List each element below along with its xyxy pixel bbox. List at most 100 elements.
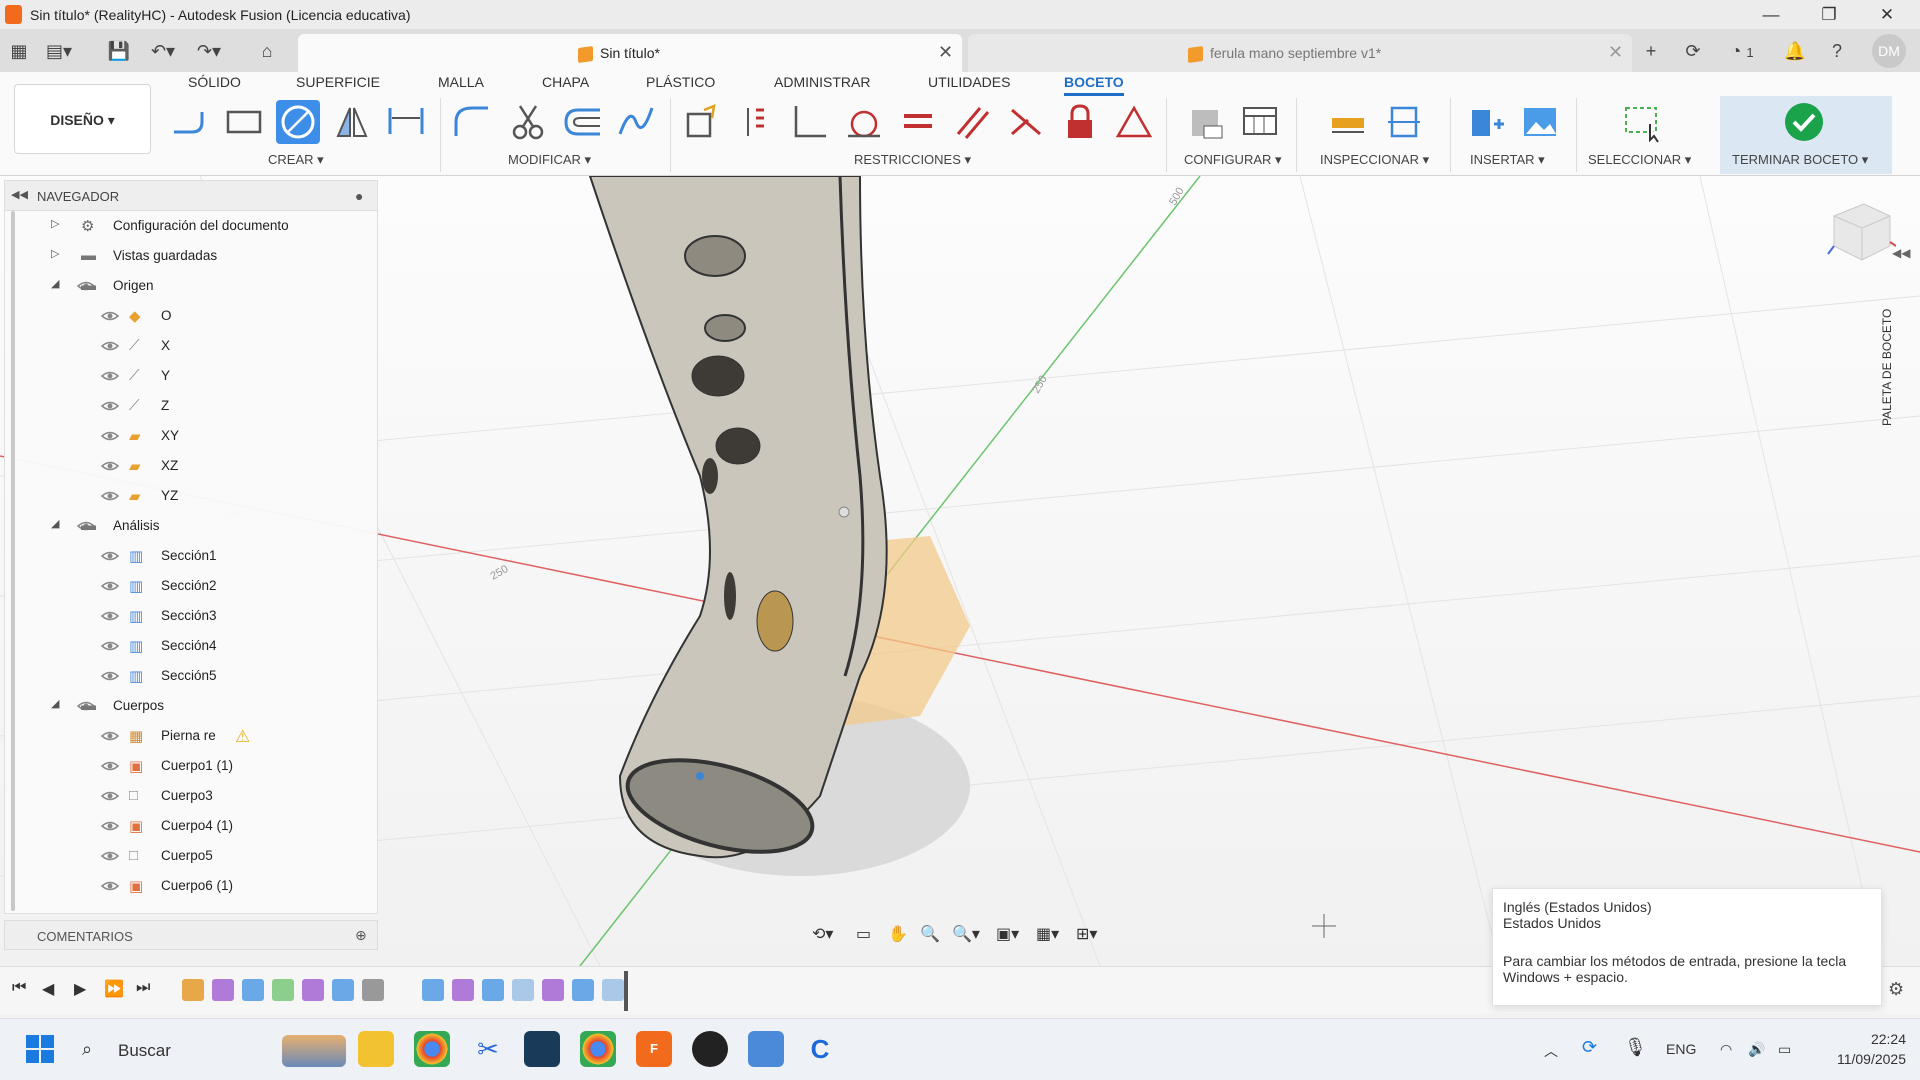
visibility-eye-icon[interactable] <box>100 757 120 775</box>
comments-panel[interactable]: COMENTARIOS ⊕ <box>4 920 378 950</box>
visibility-eye-icon[interactable] <box>100 487 120 505</box>
add-comment-icon[interactable]: ⊕ <box>355 927 367 944</box>
browser-item[interactable]: ▥ Sección3 <box>5 601 377 631</box>
collapse-palette-icon[interactable]: ◀◀ <box>1892 246 1910 260</box>
visibility-eye-icon[interactable] <box>100 457 120 475</box>
fix-constraint-icon[interactable] <box>1058 100 1102 144</box>
redo-icon[interactable]: ↷▾ <box>194 36 224 66</box>
offset-tool-icon[interactable] <box>560 100 604 144</box>
minimize-button[interactable]: — <box>1748 2 1794 28</box>
maximize-button[interactable]: ❐ <box>1806 2 1852 28</box>
timeline-feature-icon[interactable] <box>182 979 204 1001</box>
timeline-feature-icon[interactable] <box>542 979 564 1001</box>
visibility-eye-icon[interactable] <box>100 667 120 685</box>
viewports-icon[interactable]: ⊞▾ <box>1076 924 1097 944</box>
tab-superficie[interactable]: SUPERFICIE <box>296 74 380 90</box>
text-tool-icon[interactable] <box>734 100 778 144</box>
browser-item[interactable]: ▣ Cuerpo6 (1) <box>5 871 377 901</box>
rectangle-tool-icon[interactable] <box>222 100 266 144</box>
visibility-eye-icon[interactable] <box>100 847 120 865</box>
user-avatar[interactable]: DM <box>1872 34 1906 68</box>
visibility-eye-icon[interactable] <box>100 607 120 625</box>
timeline-feature-icon[interactable] <box>302 979 324 1001</box>
browser-item[interactable]: ⟋ Z <box>5 391 377 421</box>
pan-icon[interactable]: ✋ <box>888 924 908 944</box>
file-menu-icon[interactable]: ▤▾ <box>44 36 74 66</box>
browser-item[interactable]: ▥ Sección1 <box>5 541 377 571</box>
browser-item[interactable]: ◢ ▬ Análisis <box>5 511 377 541</box>
orbit-icon[interactable]: ⟲▾ <box>812 924 833 944</box>
language-indicator[interactable]: ENG <box>1666 1041 1696 1057</box>
expand-arrow-icon[interactable]: ◢ <box>51 277 59 290</box>
browser-item[interactable]: ▣ Cuerpo1 (1) <box>5 751 377 781</box>
browser-item[interactable]: ▣ Cuerpo4 (1) <box>5 811 377 841</box>
timeline-feature-icon[interactable] <box>272 979 294 1001</box>
perpendicular-constraint-icon[interactable] <box>788 100 832 144</box>
mirror-tool-icon[interactable] <box>330 100 374 144</box>
browser-item[interactable]: ▥ Sección5 <box>5 661 377 691</box>
view-cube[interactable] <box>1822 194 1897 268</box>
line-tool-icon[interactable] <box>168 100 212 144</box>
project-tool-icon[interactable] <box>680 100 724 144</box>
play-icon[interactable]: ▶ <box>74 979 86 999</box>
timeline-feature-icon[interactable] <box>362 979 384 1001</box>
measure-tool-icon[interactable] <box>1326 100 1370 144</box>
visibility-eye-icon[interactable] <box>100 427 120 445</box>
timeline-feature-icon[interactable] <box>602 979 624 1001</box>
equal-constraint-icon[interactable] <box>896 100 940 144</box>
tab-administrar[interactable]: ADMINISTRAR <box>774 74 870 90</box>
job-status-icon[interactable]: ◔ 1 <box>1720 36 1764 66</box>
zoom-icon[interactable]: 🔍 <box>920 924 940 944</box>
select-group-label[interactable]: SELECCIONAR ▾ <box>1588 152 1691 168</box>
chrome-profile-icon[interactable] <box>580 1031 616 1067</box>
timeline-feature-icon[interactable] <box>242 979 264 1001</box>
visibility-eye-icon[interactable] <box>100 337 120 355</box>
visibility-eye-icon[interactable] <box>100 397 120 415</box>
configure-table-icon[interactable] <box>1238 100 1282 144</box>
display-settings-icon[interactable]: ▣▾ <box>996 924 1019 944</box>
trim-tool-icon[interactable] <box>506 100 550 144</box>
look-at-icon[interactable]: ▭ <box>856 924 871 944</box>
go-to-end-icon[interactable]: ⏭ <box>136 979 150 997</box>
notifications-icon[interactable]: 🔔 <box>1780 36 1810 66</box>
expand-arrow-icon[interactable]: ▷ <box>51 247 59 260</box>
go-to-start-icon[interactable]: ⏮ <box>12 979 26 997</box>
home-icon[interactable]: ⌂ <box>252 36 282 66</box>
select-tool-icon[interactable] <box>1620 100 1664 144</box>
browser-item[interactable]: ▰ XY <box>5 421 377 451</box>
github-icon[interactable] <box>692 1031 728 1067</box>
browser-item[interactable]: ▦ Pierna re ⚠ <box>5 721 377 751</box>
tangent-constraint-icon[interactable] <box>842 100 886 144</box>
browser-item[interactable]: ◢ ▬ Cuerpos <box>5 691 377 721</box>
snipping-tool-icon[interactable]: ✂ <box>470 1031 506 1067</box>
browser-options-icon[interactable]: ● <box>355 188 363 204</box>
tab-boceto[interactable]: BOCETO <box>1064 74 1124 96</box>
browser-item[interactable]: ◆ O <box>5 301 377 331</box>
timeline-feature-icon[interactable] <box>332 979 354 1001</box>
browser-item[interactable]: □ Cuerpo3 <box>5 781 377 811</box>
tab-solido[interactable]: SÓLIDO <box>188 74 241 90</box>
browser-item[interactable]: ▰ YZ <box>5 481 377 511</box>
microphone-icon[interactable]: 🎙 <box>1624 1037 1647 1058</box>
close-button[interactable]: ✕ <box>1864 2 1910 28</box>
timeline-feature-icon[interactable] <box>452 979 474 1001</box>
tab-sin-titulo[interactable]: Sin título* ✕ <box>298 34 962 72</box>
browser-item[interactable]: □ Cuerpo5 <box>5 841 377 871</box>
collapse-browser-icon[interactable]: ◀◀ <box>11 188 28 201</box>
browser-item[interactable]: ◢ ▬ Origen <box>5 271 377 301</box>
browser-scrollbar[interactable] <box>11 211 15 911</box>
store-app-icon[interactable] <box>524 1031 560 1067</box>
timeline-feature-icon[interactable] <box>572 979 594 1001</box>
visibility-eye-icon[interactable] <box>100 817 120 835</box>
triangle-constraint-icon[interactable] <box>1112 100 1156 144</box>
sync-icon[interactable]: ⟳ <box>1582 1037 1597 1058</box>
wifi-icon[interactable]: ◠ <box>1720 1041 1732 1058</box>
visibility-eye-icon[interactable] <box>100 727 120 745</box>
sketch-palette-tab[interactable]: PALETA DE BOCETO <box>1880 309 1894 426</box>
new-tab-icon[interactable]: + <box>1636 36 1666 66</box>
expand-arrow-icon[interactable]: ◢ <box>51 697 59 710</box>
visibility-eye-icon[interactable] <box>100 547 120 565</box>
timeline-feature-icon[interactable] <box>512 979 534 1001</box>
apps-grid-icon[interactable]: ▦ <box>4 36 34 66</box>
timeline-feature-icon[interactable] <box>422 979 444 1001</box>
